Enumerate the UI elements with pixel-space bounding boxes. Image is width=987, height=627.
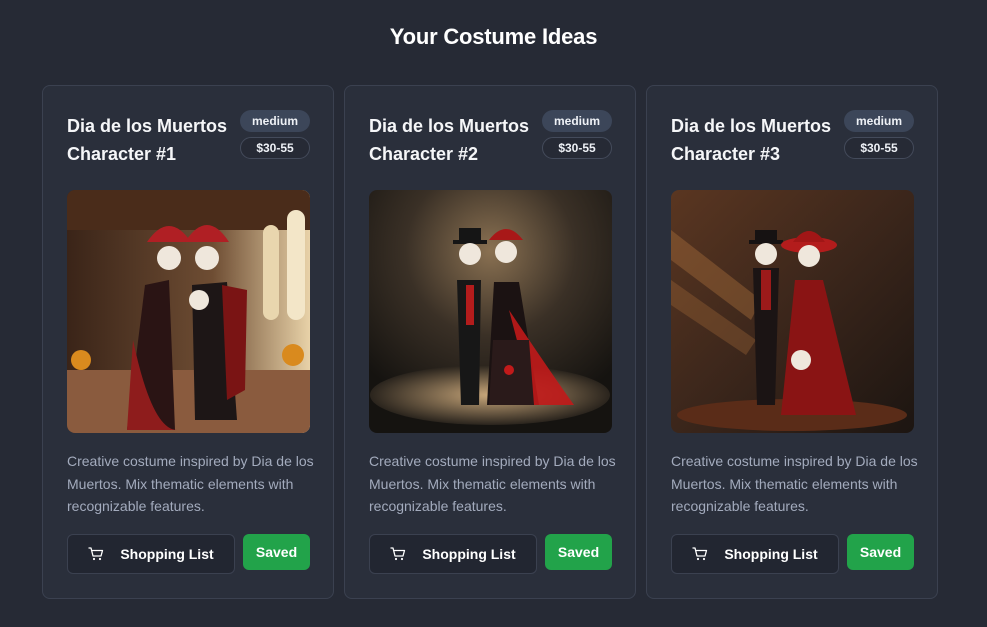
costume-description: Creative costume inspired by Dia de los …: [369, 453, 616, 514]
difficulty-badge: medium: [844, 110, 914, 132]
costume-ideas-page: Your Costume Ideas Dia de los Muertos Ch…: [0, 0, 987, 627]
shopping-cart-icon: [88, 547, 104, 561]
shopping-list-button[interactable]: Shopping List: [67, 534, 235, 574]
costume-card: Dia de los Muertos Character #3 medium $…: [646, 85, 938, 599]
costume-description: Creative costume inspired by Dia de los …: [671, 453, 918, 514]
costume-image: [369, 190, 612, 433]
costume-title: Dia de los Muertos Character #1: [67, 116, 228, 164]
shopping-list-label: Shopping List: [422, 546, 516, 562]
difficulty-badge: medium: [542, 110, 612, 132]
shopping-cart-icon: [390, 547, 406, 561]
page-title: Your Costume Ideas: [389, 24, 598, 49]
saved-button[interactable]: Saved: [243, 534, 310, 570]
costume-title: Dia de los Muertos Character #3: [671, 116, 832, 164]
saved-button[interactable]: Saved: [545, 534, 612, 570]
saved-button[interactable]: Saved: [847, 534, 914, 570]
shopping-list-label: Shopping List: [120, 546, 214, 562]
difficulty-badge: medium: [240, 110, 310, 132]
price-badge: $30-55: [844, 137, 914, 159]
costume-image: [671, 190, 914, 433]
shopping-list-button[interactable]: Shopping List: [671, 534, 839, 574]
costume-photo-illustration: [67, 190, 310, 433]
shopping-cart-icon: [692, 547, 708, 561]
costume-image: [67, 190, 310, 433]
costume-card-list: Dia de los Muertos Character #1 medium $…: [42, 85, 938, 599]
costume-photo-illustration: [671, 190, 914, 433]
costume-title: Dia de los Muertos Character #2: [369, 116, 530, 164]
costume-card: Dia de los Muertos Character #2 medium $…: [344, 85, 636, 599]
price-badge: $30-55: [240, 137, 310, 159]
shopping-list-label: Shopping List: [724, 546, 818, 562]
costume-photo-illustration: [369, 190, 612, 433]
costume-card: Dia de los Muertos Character #1 medium $…: [42, 85, 334, 599]
costume-description: Creative costume inspired by Dia de los …: [67, 453, 314, 514]
shopping-list-button[interactable]: Shopping List: [369, 534, 537, 574]
price-badge: $30-55: [542, 137, 612, 159]
